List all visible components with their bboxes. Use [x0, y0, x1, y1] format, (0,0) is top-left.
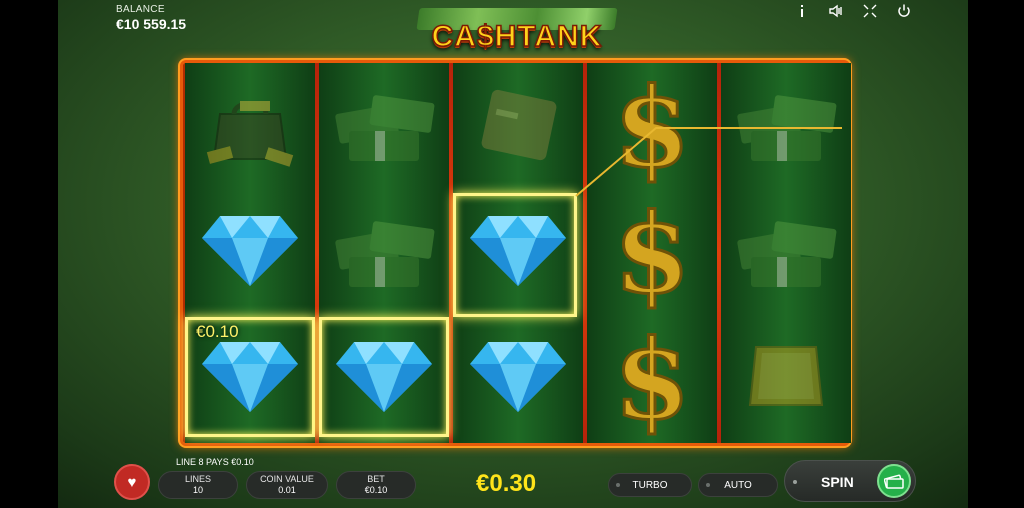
coin-value-label: COIN VALUE — [260, 474, 314, 484]
bet-value: €0.10 — [364, 485, 388, 495]
balance-panel: BALANCE €10 559.15 — [116, 4, 186, 32]
auto-indicator — [706, 483, 710, 487]
symbol-diamond — [456, 315, 580, 437]
right-letterbox — [968, 0, 1024, 508]
symbol-cash-stack — [724, 63, 848, 185]
auto-label: AUTO — [724, 479, 752, 491]
lines-label: LINES — [184, 474, 211, 484]
total-bet: €0.30 — [476, 470, 537, 497]
symbol-dollar-sign: $ — [590, 63, 714, 185]
win-amount-label: €0.10 — [196, 322, 239, 341]
fullscreen-icon[interactable] — [862, 3, 878, 19]
spin-label: SPIN — [821, 474, 854, 490]
paytable-button[interactable]: ♥ — [114, 464, 150, 500]
spin-indicator — [793, 480, 797, 484]
bet-selector[interactable]: BET €0.10 — [336, 471, 416, 499]
sound-icon[interactable] — [828, 3, 844, 19]
top-toolbar — [794, 3, 912, 19]
svg-text:$: $ — [614, 316, 691, 436]
line-pays-text: LINE 8 PAYS €0.10 — [176, 457, 254, 467]
turbo-indicator — [616, 483, 620, 487]
left-letterbox — [0, 0, 58, 508]
turbo-label: TURBO — [632, 479, 668, 491]
symbol-dollar-sign: $ — [590, 315, 714, 437]
info-icon[interactable] — [794, 3, 810, 19]
cash-icon — [877, 464, 911, 498]
symbol-dollar-sign: $ — [590, 189, 714, 311]
coin-value-value: 0.01 — [278, 485, 296, 495]
coin-value-selector[interactable]: COIN VALUE 0.01 — [246, 471, 328, 499]
spin-button[interactable]: SPIN — [784, 460, 916, 502]
symbol-gold-card — [456, 63, 580, 185]
reel-frame: $ $ $ — [180, 60, 851, 446]
balance-label: BALANCE — [116, 4, 165, 15]
game-logo: CA$HTANK — [404, 8, 630, 66]
symbol-diamond — [188, 189, 312, 311]
svg-text:$: $ — [614, 190, 691, 310]
lines-value: 10 — [192, 485, 203, 495]
auto-button[interactable]: AUTO — [698, 473, 778, 497]
turbo-toggle[interactable]: TURBO — [608, 473, 692, 497]
symbol-cash-stack — [322, 189, 446, 311]
win-highlight-box — [453, 193, 577, 317]
bet-label: BET — [367, 474, 385, 484]
svg-text:$: $ — [614, 64, 691, 184]
symbol-bag-of-gold — [188, 63, 312, 185]
symbol-cash-stack — [322, 63, 446, 185]
cards-icon: ♥ — [127, 473, 137, 491]
symbol-cash-stack — [724, 189, 848, 311]
logo-text: CA$HTANK — [431, 19, 603, 54]
balance-value: €10 559.15 — [116, 16, 187, 32]
lines-selector[interactable]: LINES 10 — [158, 471, 238, 499]
game-stage: BALANCE €10 559.15 CA$HTANK $ $ $ €0.10 … — [0, 0, 1024, 508]
control-bar: ♥ LINE 8 PAYS €0.10 LINES 10 COIN VALUE … — [110, 456, 918, 508]
power-icon[interactable] — [896, 3, 912, 19]
symbol-gold-bar — [724, 315, 848, 437]
win-highlight-box — [319, 317, 449, 437]
